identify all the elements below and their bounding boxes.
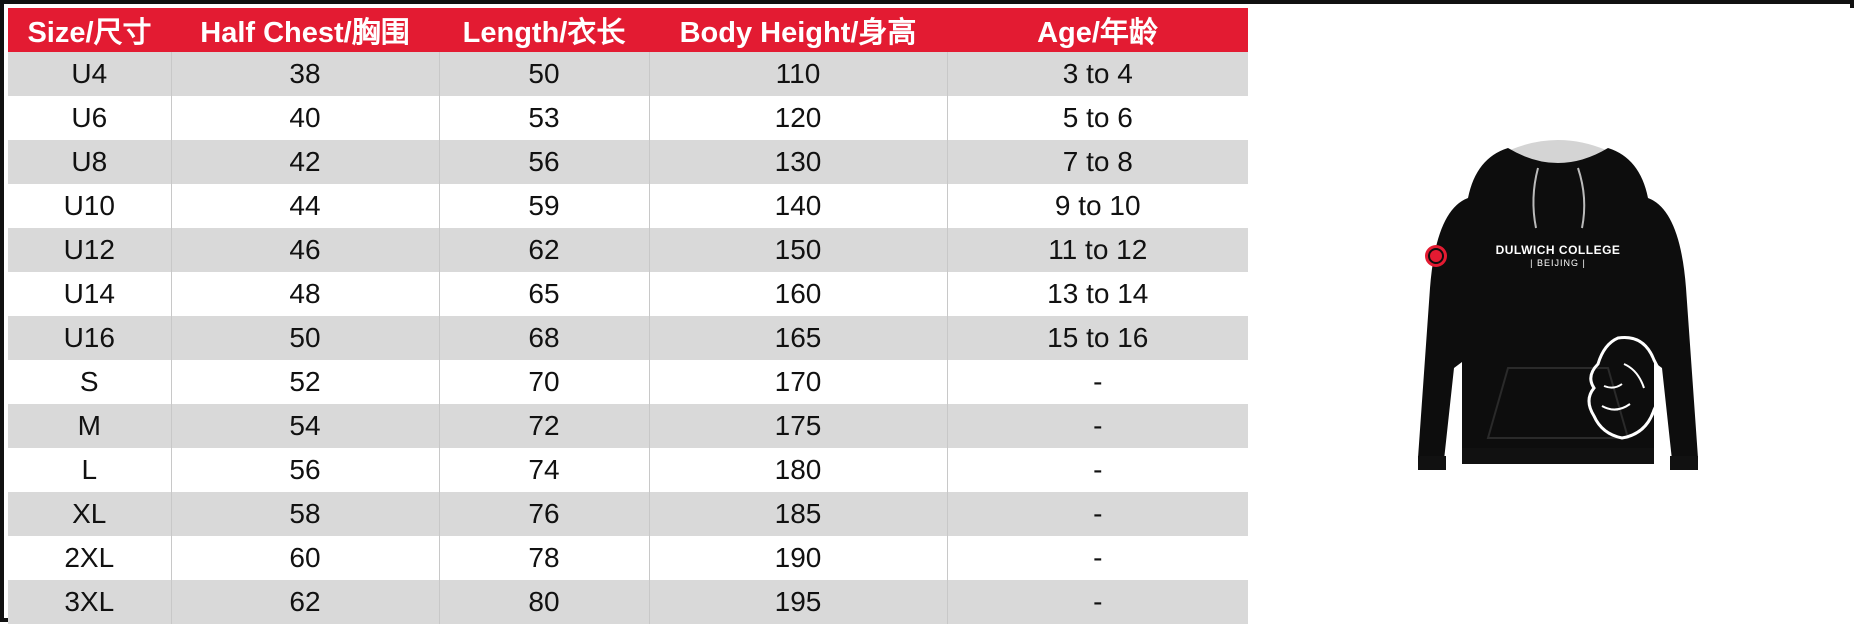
- cell-age: 15 to 16: [946, 316, 1248, 360]
- cell-size: U12: [8, 228, 171, 272]
- hoodie-print-line-1: DULWICH COLLEGE: [1495, 243, 1621, 257]
- cell-half-chest: 58: [170, 492, 439, 536]
- cell-length: 62: [438, 228, 649, 272]
- cell-body-height: 165: [648, 316, 947, 360]
- cell-body-height: 195: [648, 580, 947, 624]
- cell-age: 5 to 6: [946, 96, 1248, 140]
- hoodie-body: [1418, 148, 1698, 460]
- right-cuff: [1670, 456, 1698, 470]
- cell-age: -: [946, 580, 1248, 624]
- cell-body-height: 175: [648, 404, 947, 448]
- cell-body-height: 110: [648, 52, 947, 96]
- cell-age: 9 to 10: [946, 184, 1248, 228]
- cell-length: 80: [438, 580, 649, 624]
- cell-length: 53: [438, 96, 649, 140]
- cell-half-chest: 42: [170, 140, 439, 184]
- cell-length: 78: [438, 536, 649, 580]
- table-row: M 54 72 175-: [8, 404, 1248, 448]
- cell-half-chest: 48: [170, 272, 439, 316]
- cell-size: U16: [8, 316, 171, 360]
- table-row: XL 58 76 185-: [8, 492, 1248, 536]
- cell-body-height: 140: [648, 184, 947, 228]
- table-row: L 56 74 180-: [8, 448, 1248, 492]
- cell-age: -: [946, 536, 1248, 580]
- cell-size: M: [8, 404, 171, 448]
- table-row: U14 48 65 160 13 to 14: [8, 272, 1248, 316]
- table-row: 3XL 62 80 195-: [8, 580, 1248, 624]
- cell-length: 76: [438, 492, 649, 536]
- table-row: U8 42 56 130 7 to 8: [8, 140, 1248, 184]
- cell-size: U10: [8, 184, 171, 228]
- cell-body-height: 160: [648, 272, 947, 316]
- cell-body-height: 130: [648, 140, 947, 184]
- cell-age: 7 to 8: [946, 140, 1248, 184]
- table-row: 2XL 60 78 190-: [8, 536, 1248, 580]
- cell-age: -: [946, 404, 1248, 448]
- table-row: U16 50 68 165 15 to 16: [8, 316, 1248, 360]
- cell-half-chest: 46: [170, 228, 439, 272]
- header-length: Length/衣长: [439, 8, 649, 52]
- cell-half-chest: 38: [170, 52, 439, 96]
- cell-size: U4: [8, 52, 171, 96]
- cell-body-height: 120: [648, 96, 947, 140]
- table-header-row: Size/尺寸 Half Chest/胸围 Length/衣长 Body Hei…: [8, 8, 1248, 52]
- left-cuff: [1418, 456, 1446, 470]
- product-image-area: DULWICH COLLEGE | BEIJING |: [1248, 8, 1854, 622]
- cell-size: S: [8, 360, 171, 404]
- cell-half-chest: 54: [170, 404, 439, 448]
- cell-half-chest: 50: [170, 316, 439, 360]
- header-half-chest: Half Chest/胸围: [171, 8, 439, 52]
- cell-size: U6: [8, 96, 171, 140]
- cell-age: 11 to 12: [946, 228, 1248, 272]
- hoodie-drawing: [1418, 140, 1698, 470]
- cell-length: 72: [438, 404, 649, 448]
- cell-length: 65: [438, 272, 649, 316]
- cell-age: 13 to 14: [946, 272, 1248, 316]
- cell-length: 59: [438, 184, 649, 228]
- cell-length: 68: [438, 316, 649, 360]
- waistband: [1462, 448, 1654, 464]
- hoodie-icon: DULWICH COLLEGE | BEIJING |: [1418, 138, 1698, 478]
- cell-size: L: [8, 448, 171, 492]
- cell-half-chest: 52: [170, 360, 439, 404]
- cell-body-height: 150: [648, 228, 947, 272]
- cell-length: 74: [438, 448, 649, 492]
- table-row: U4 38 50 110 3 to 4: [8, 52, 1248, 96]
- cell-half-chest: 40: [170, 96, 439, 140]
- cell-age: -: [946, 360, 1248, 404]
- header-body-height: Body Height/身高: [649, 8, 947, 52]
- cell-length: 70: [438, 360, 649, 404]
- cell-half-chest: 44: [170, 184, 439, 228]
- cell-size: XL: [8, 492, 171, 536]
- cell-size: 2XL: [8, 536, 171, 580]
- cell-length: 56: [438, 140, 649, 184]
- cell-age: 3 to 4: [946, 52, 1248, 96]
- cell-half-chest: 62: [170, 580, 439, 624]
- cell-half-chest: 56: [170, 448, 439, 492]
- cell-size: 3XL: [8, 580, 171, 624]
- table-row: U6 40 53 120 5 to 6: [8, 96, 1248, 140]
- cell-length: 50: [438, 52, 649, 96]
- hoodie-print-line-2: | BEIJING |: [1530, 258, 1586, 268]
- cell-age: -: [946, 448, 1248, 492]
- cell-body-height: 190: [648, 536, 947, 580]
- cell-size: U14: [8, 272, 171, 316]
- cell-size: U8: [8, 140, 171, 184]
- table-row: S 52 70 170-: [8, 360, 1248, 404]
- cell-half-chest: 60: [170, 536, 439, 580]
- cell-body-height: 185: [648, 492, 947, 536]
- cell-age: -: [946, 492, 1248, 536]
- header-age: Age/年龄: [947, 8, 1248, 52]
- table-body: U4 38 50 110 3 to 4 U6 40 53 120 5 to 6 U8 42 56 130 7…: [8, 52, 1248, 624]
- size-chart-frame: Size/尺寸 Half Chest/胸围 Length/衣长 Body Hei…: [0, 0, 1854, 624]
- cell-body-height: 170: [648, 360, 947, 404]
- cell-body-height: 180: [648, 448, 947, 492]
- size-chart-table: Size/尺寸 Half Chest/胸围 Length/衣长 Body Hei…: [8, 8, 1248, 624]
- table-row: U10 44 59 140 9 to 10: [8, 184, 1248, 228]
- header-size: Size/尺寸: [8, 8, 171, 52]
- table-row: U12 46 62 150 11 to 12: [8, 228, 1248, 272]
